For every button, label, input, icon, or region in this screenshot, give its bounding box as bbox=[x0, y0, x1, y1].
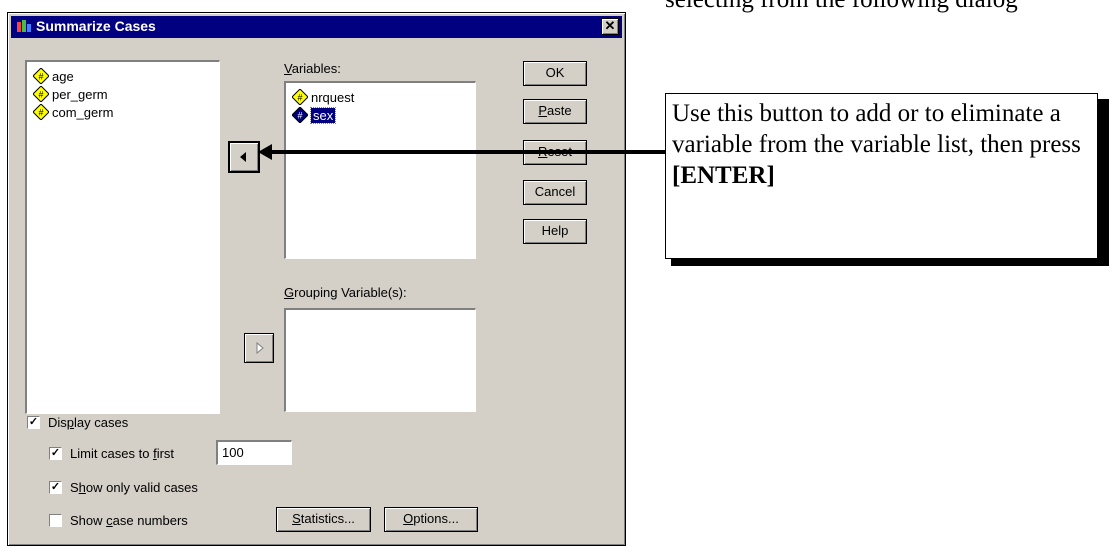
variables-label: Variables: bbox=[284, 61, 341, 76]
display-cases-checkbox[interactable]: ✓ Display cases bbox=[27, 415, 128, 430]
callout-text: Use this button to add or to eliminate a… bbox=[672, 100, 1081, 158]
case-numbers-label: Show case numbers bbox=[70, 513, 188, 528]
limit-cases-checkbox[interactable]: ✓ Limit cases to first bbox=[49, 446, 174, 461]
callout-box: Use this button to add or to eliminate a… bbox=[665, 93, 1098, 259]
limit-cases-input[interactable]: 100 bbox=[216, 440, 292, 465]
checkbox-check-icon: ✓ bbox=[49, 447, 62, 460]
move-variable-button[interactable] bbox=[228, 141, 260, 173]
statistics-button[interactable]: Statistics... bbox=[276, 507, 371, 532]
numeric-variable-icon: # bbox=[292, 89, 308, 105]
numeric-variable-icon: # bbox=[292, 107, 308, 123]
callout-shadow bbox=[671, 259, 1109, 266]
right-arrow-icon bbox=[256, 341, 264, 355]
checkbox-check-icon: ✓ bbox=[49, 481, 62, 494]
numeric-variable-icon: # bbox=[33, 68, 49, 84]
grouping-variable-list[interactable] bbox=[284, 308, 476, 412]
display-cases-label: Display cases bbox=[48, 415, 129, 430]
svg-text:#: # bbox=[38, 72, 43, 82]
list-item-selected[interactable]: # sex bbox=[292, 106, 337, 124]
svg-text:#: # bbox=[297, 93, 302, 103]
variables-list[interactable]: # nrquest # sex bbox=[284, 81, 476, 259]
callout-enter-key: [ENTER] bbox=[672, 162, 775, 189]
close-button[interactable]: ✕ bbox=[601, 18, 619, 35]
app-icon bbox=[17, 20, 31, 32]
paste-button[interactable]: Paste bbox=[523, 99, 587, 124]
list-item[interactable]: # age bbox=[33, 67, 74, 85]
title-bar[interactable]: Summarize Cases ✕ bbox=[11, 16, 622, 38]
case-numbers-checkbox[interactable]: Show case numbers bbox=[49, 513, 188, 528]
svg-text:#: # bbox=[297, 111, 302, 121]
ok-button[interactable]: OK bbox=[523, 61, 587, 86]
document-top-text: selecting from the following dialog bbox=[665, 0, 1109, 14]
annotation-arrow-line bbox=[270, 150, 665, 154]
list-item[interactable]: # per_germ bbox=[33, 85, 108, 103]
limit-cases-label: Limit cases to first bbox=[70, 446, 175, 461]
source-variable-list[interactable]: # age # per_germ # com_germ bbox=[25, 60, 220, 414]
cancel-button[interactable]: Cancel bbox=[523, 180, 587, 205]
valid-cases-label: Show only valid cases bbox=[70, 480, 198, 495]
close-icon: ✕ bbox=[604, 18, 616, 33]
numeric-variable-icon: # bbox=[33, 86, 49, 102]
svg-text:#: # bbox=[38, 90, 43, 100]
checkbox-check-icon: ✓ bbox=[27, 416, 40, 429]
dialog-title: Summarize Cases bbox=[36, 18, 156, 34]
valid-cases-checkbox[interactable]: ✓ Show only valid cases bbox=[49, 480, 198, 495]
numeric-variable-icon: # bbox=[33, 104, 49, 120]
move-grouping-button[interactable] bbox=[244, 333, 274, 363]
left-arrow-icon bbox=[240, 152, 246, 162]
svg-text:#: # bbox=[38, 108, 43, 118]
checkbox-empty bbox=[49, 514, 62, 527]
callout-shadow bbox=[1098, 99, 1109, 266]
options-button[interactable]: Options... bbox=[384, 507, 478, 532]
annotation-arrow-head bbox=[258, 144, 272, 160]
summarize-cases-dialog: Summarize Cases ✕ # age # per_germ # com… bbox=[7, 12, 626, 546]
list-item[interactable]: # nrquest bbox=[292, 88, 354, 106]
list-item[interactable]: # com_germ bbox=[33, 103, 113, 121]
help-button[interactable]: Help bbox=[523, 219, 587, 244]
grouping-label: Grouping Variable(s): bbox=[284, 285, 407, 300]
